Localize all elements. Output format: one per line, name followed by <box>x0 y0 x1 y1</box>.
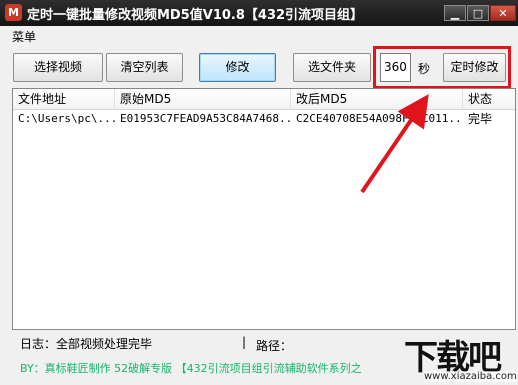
watermark-url: www.xiazaiba.com <box>424 371 517 382</box>
watermark: 下载吧 www.xiazaiba.com <box>404 330 517 385</box>
app-window: M 定时一键批量修改视频MD5值V10.8【432引流项目组】 ▁ □ ✕ 菜单… <box>0 0 518 385</box>
annotation-arrow-icon <box>360 94 429 194</box>
